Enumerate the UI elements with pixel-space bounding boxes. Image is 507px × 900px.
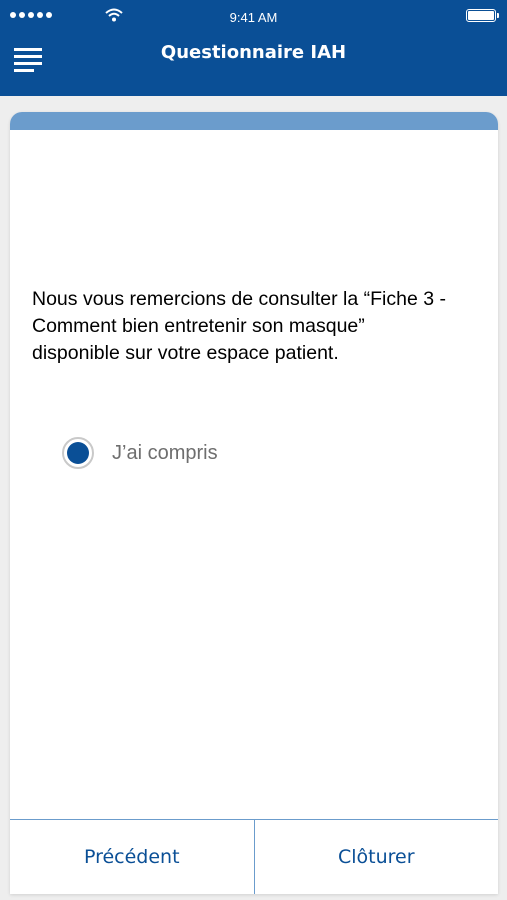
radio-selected-dot: [67, 442, 89, 464]
battery-level-fill: [468, 11, 494, 20]
footer-bar: Précédent Clôturer: [10, 819, 498, 894]
app-header: 9:41 AM Questionnaire IAH: [0, 0, 507, 96]
question-text: Nous vous remercions de consulter la “Fi…: [32, 288, 447, 364]
questionnaire-card: Nous vous remercions de consulter la “Fi…: [10, 112, 498, 894]
card-top-band: [10, 112, 498, 130]
page-title: Questionnaire IAH: [160, 42, 347, 63]
status-time: 9:41 AM: [229, 10, 278, 25]
previous-button[interactable]: Précédent: [10, 820, 254, 894]
battery-icon: [466, 9, 496, 22]
option-label: J’ai compris: [112, 441, 218, 464]
option-jai-compris[interactable]: J’ai compris: [62, 433, 218, 473]
status-bar: 9:41 AM: [0, 0, 507, 34]
close-button[interactable]: Clôturer: [254, 820, 498, 894]
battery-tip: [497, 13, 499, 18]
radio-button[interactable]: [62, 437, 94, 469]
